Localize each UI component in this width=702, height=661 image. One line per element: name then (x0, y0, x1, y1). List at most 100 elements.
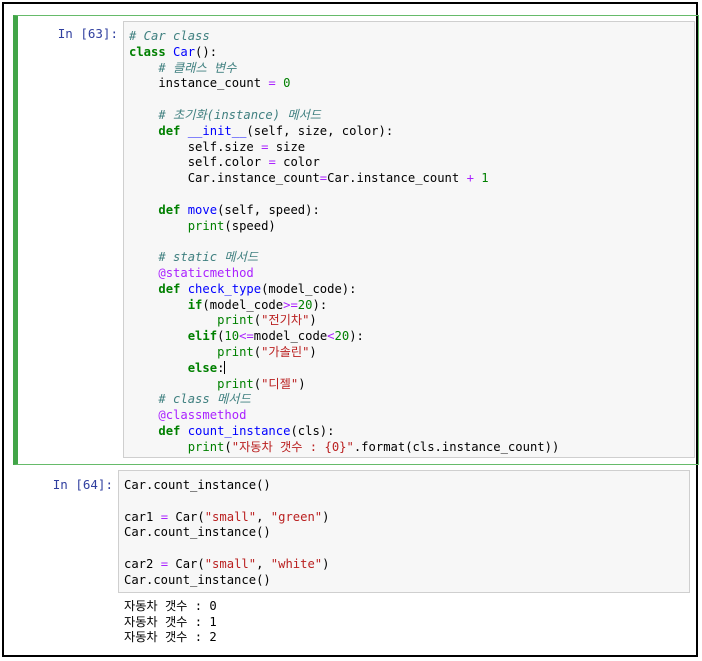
code-token: (): (195, 44, 218, 59)
notebook-frame: In [63]: # Car class class Car(): # 클래스 변… (2, 2, 699, 657)
code-token: self (129, 155, 218, 170)
code-token: Car.instance_count (327, 171, 467, 186)
code-line: print(speed) (129, 219, 559, 235)
code-line: print("전기차") (129, 313, 559, 329)
code-token: . (209, 171, 218, 186)
code-token: "전기차" (261, 313, 310, 328)
code-token: self (129, 139, 218, 154)
code-line: # 초기화(instance) 메서드 (129, 108, 559, 124)
code-line: # Car class (129, 29, 559, 45)
code-token: < (327, 329, 335, 344)
code-token: >= (283, 297, 298, 312)
code-token: = (268, 76, 276, 91)
code-token: if (187, 297, 203, 312)
code-token: (cls): (290, 423, 335, 438)
output-line: 자동차 갯수 : 2 (124, 630, 217, 644)
code-line: def __init__(self, size, color): (129, 124, 559, 140)
code-text[interactable]: # Car class class Car(): # 클래스 변수 instanc… (129, 29, 559, 456)
code-token: check_type (187, 281, 262, 296)
code-editor[interactable]: Car.count_instance() car1 = Car("small", … (118, 470, 690, 593)
code-token: Car (129, 171, 210, 186)
code-line: @staticmethod (129, 266, 559, 282)
code-cell-63[interactable]: In [63]: # Car class class Car(): # 클래스 변… (13, 15, 699, 465)
code-token: , (256, 509, 271, 524)
output-line: 자동차 갯수 : 1 (124, 614, 217, 629)
code-line: self.size = size (129, 140, 559, 156)
code-token: ) (298, 376, 306, 391)
code-token: (self, size, color): (246, 123, 394, 138)
code-token: car1 (124, 509, 161, 524)
code-token: Car.count_instance() (124, 525, 271, 540)
code-line: Car.instance_count=Car.instance_count + … (129, 171, 559, 187)
code-editor[interactable]: # Car class class Car(): # 클래스 변수 instanc… (123, 21, 695, 458)
code-token: # class 메서드 (158, 392, 251, 407)
code-token: # 초기화(instance) 메서드 (158, 107, 322, 122)
code-line: def move(self, speed): (129, 203, 559, 219)
code-token: ( (253, 313, 262, 328)
code-token: size (268, 139, 306, 154)
code-token: # static 메서드 (158, 250, 259, 265)
code-token: move (187, 202, 218, 217)
code-token: Car( (168, 509, 205, 524)
code-token: Car (173, 44, 196, 59)
code-token: "small" (204, 509, 257, 524)
code-token: = (268, 155, 276, 170)
code-token: "white" (270, 556, 323, 571)
code-token: # 클래스 변수 (158, 60, 237, 75)
code-token: (speed) (224, 218, 276, 233)
code-line: print("자동차 갯수 : {0}".format(cls.instance… (129, 439, 560, 456)
code-token: print (187, 439, 225, 454)
code-line: def check_type(model_code): (129, 282, 559, 298)
code-line: car1 = Car("small", "green") (124, 510, 330, 526)
code-token: ) (309, 313, 317, 328)
code-token: "small" (204, 556, 257, 571)
code-token: + (466, 171, 474, 186)
cell-output: 자동차 갯수 : 0 자동차 갯수 : 1 자동차 갯수 : 2 (124, 599, 217, 646)
code-token: car2 (124, 556, 161, 571)
code-line: @classmethod (129, 408, 559, 424)
code-token: 20 (297, 297, 313, 312)
code-line: instance_count = 0 (129, 76, 559, 92)
code-token: color (275, 155, 320, 170)
code-token: model_code (253, 329, 328, 344)
code-token: : (217, 360, 225, 375)
code-token: Car.count_instance() (124, 478, 271, 492)
code-token: 20 (334, 329, 350, 344)
code-token: ): (312, 297, 328, 312)
code-line: class Car(): (129, 45, 559, 61)
code-token: class (129, 44, 166, 59)
code-token: 1 (481, 171, 489, 186)
code-token: .format(cls.instance_count)) (353, 439, 560, 454)
code-token: ) (309, 344, 317, 359)
code-line: if(model_code>=20): (129, 298, 559, 314)
cell-prompt: In [64]: (52, 477, 113, 492)
code-token: print (217, 313, 254, 328)
code-cell-64[interactable]: In [64]: Car.count_instance() car1 = Car(… (18, 467, 699, 657)
code-token: "디젤" (261, 376, 299, 391)
code-token: = (160, 556, 169, 571)
code-line: car2 = Car("small", "white") (124, 557, 330, 573)
code-text[interactable]: Car.count_instance() car1 = Car("small", … (124, 478, 330, 589)
code-token: color (224, 155, 269, 170)
